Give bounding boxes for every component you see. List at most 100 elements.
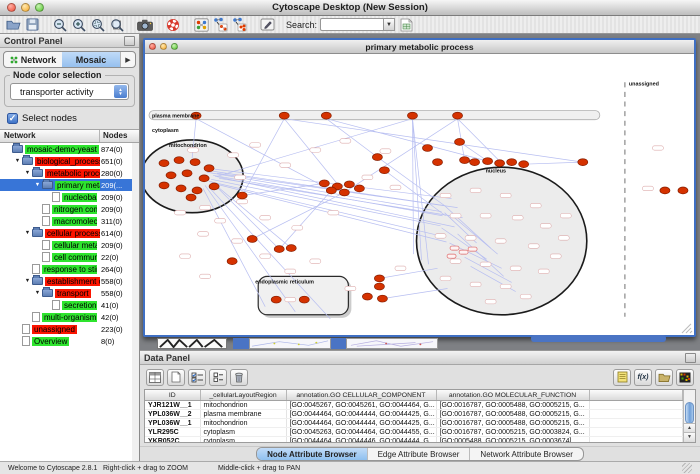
network-node[interactable] xyxy=(286,245,296,252)
tab-network-attribute-browser[interactable]: Network Attribute Browser xyxy=(470,448,582,460)
network-node[interactable] xyxy=(519,161,529,168)
heatmap-matrix-icon[interactable] xyxy=(676,369,694,386)
network-node[interactable] xyxy=(274,246,284,253)
tree-row[interactable]: macromolecule311(0) xyxy=(0,215,132,227)
tree-row[interactable]: ▼biological_process651(0) xyxy=(0,155,132,167)
network-edge[interactable] xyxy=(279,190,331,249)
zoom-window-icon[interactable] xyxy=(35,3,44,12)
scrollbar-thumb[interactable] xyxy=(685,402,694,424)
network-node[interactable] xyxy=(209,183,219,190)
zoom-window-icon[interactable] xyxy=(171,43,178,50)
network-canvas[interactable]: plasma membrane cytoplasm mitochondrion … xyxy=(145,54,694,335)
table-row[interactable]: YLR295Ccytoplasm[GO:0045263, GO:0044464,… xyxy=(145,428,683,437)
network-node[interactable] xyxy=(374,283,384,290)
formula-builder-icon[interactable]: f(x) xyxy=(634,369,652,386)
network-node[interactable] xyxy=(354,185,364,192)
network-node[interactable] xyxy=(174,157,184,164)
column-header[interactable]: _cellularLayoutRegion xyxy=(200,390,286,401)
help-lifesaver-icon[interactable] xyxy=(165,17,181,32)
tab-node-attribute-browser[interactable]: Node Attribute Browser xyxy=(257,448,368,460)
expand-arrow-icon[interactable]: ▼ xyxy=(33,290,42,296)
snapshot-camera-icon[interactable] xyxy=(137,17,153,32)
network-window-titlebar[interactable]: primary metabolic process xyxy=(145,40,694,54)
destroy-network-view-icon[interactable] xyxy=(212,17,228,32)
unselect-attributes-icon[interactable] xyxy=(209,369,227,386)
tab-edge-attribute-browser[interactable]: Edge Attribute Browser xyxy=(368,448,471,460)
tree-row[interactable]: secretion41(0) xyxy=(0,299,132,311)
tree-row[interactable]: nitrogen compo209(0) xyxy=(0,203,132,215)
zoom-selected-region-icon[interactable] xyxy=(90,17,106,32)
network-node[interactable] xyxy=(339,189,349,196)
network-node[interactable] xyxy=(362,293,372,300)
tree-row[interactable]: ▼metabolic process280(0) xyxy=(0,167,132,179)
network-node[interactable] xyxy=(379,167,389,174)
tree-row[interactable]: response to stimulu264(0) xyxy=(0,263,132,275)
network-node[interactable] xyxy=(182,170,192,177)
expand-arrow-icon[interactable]: ▼ xyxy=(33,182,42,188)
column-header[interactable]: ID xyxy=(145,390,200,401)
search-dropdown-icon[interactable]: ▼ xyxy=(383,18,395,31)
network-node-outline[interactable] xyxy=(447,254,456,258)
tree-row[interactable]: cell communicat22(0) xyxy=(0,251,132,263)
save-session-icon[interactable] xyxy=(24,17,40,32)
tab-mosaic[interactable]: Mosaic xyxy=(62,52,120,67)
network-edge[interactable] xyxy=(284,119,583,162)
more-tabs-icon[interactable]: ▶ xyxy=(120,52,135,67)
network-edge[interactable] xyxy=(382,289,447,299)
network-node[interactable] xyxy=(483,158,493,165)
background-window-edge[interactable] xyxy=(331,338,346,349)
annotation-icon[interactable] xyxy=(259,17,275,32)
tree-row[interactable]: ▼establishment of lo558(0) xyxy=(0,275,132,287)
tree-row[interactable]: unassigned223(0) xyxy=(0,323,132,335)
tree-col-nodes[interactable]: Nodes xyxy=(100,130,139,142)
network-node[interactable] xyxy=(423,145,433,152)
window-resize-grip[interactable] xyxy=(682,324,692,333)
column-header[interactable]: annotation.GO CELLULAR_COMPONENT xyxy=(286,390,436,401)
float-panel-icon[interactable] xyxy=(124,36,135,46)
network-node-outline[interactable] xyxy=(450,246,459,250)
new-attribute-icon[interactable] xyxy=(167,369,185,386)
tree-row[interactable]: nucleobase-209(0) xyxy=(0,191,132,203)
network-node[interactable] xyxy=(578,159,588,166)
close-icon[interactable] xyxy=(149,43,156,50)
minimize-icon[interactable] xyxy=(21,3,30,12)
create-network-view-icon[interactable] xyxy=(193,17,209,32)
network-node[interactable] xyxy=(199,175,209,182)
network-node[interactable] xyxy=(159,182,169,189)
import-network-icon[interactable] xyxy=(398,17,414,32)
tree-row[interactable]: Overview8(0) xyxy=(0,335,132,347)
network-node[interactable] xyxy=(299,296,309,303)
network-node[interactable] xyxy=(470,159,480,166)
network-node[interactable] xyxy=(407,112,417,119)
network-node[interactable] xyxy=(507,159,517,166)
network-node[interactable] xyxy=(247,236,257,243)
network-node[interactable] xyxy=(204,165,214,172)
resize-grip[interactable] xyxy=(682,463,692,473)
table-row[interactable]: YPL036W__1mitochondrion[GO:0044464, GO:0… xyxy=(145,419,683,428)
network-node[interactable] xyxy=(159,160,169,167)
table-row[interactable]: YPL036W__2plasma membrane[GO:0044464, GO… xyxy=(145,410,683,419)
table-row[interactable]: YKR052Ccytoplasm[GO:0044464, GO:0044446,… xyxy=(145,437,683,444)
network-node[interactable] xyxy=(321,112,331,119)
network-node[interactable] xyxy=(344,181,354,188)
zoom-fit-icon[interactable] xyxy=(109,17,125,32)
tree-row[interactable]: mosaic-demo-yeast874(0) xyxy=(0,143,132,155)
select-attributes-icon[interactable] xyxy=(188,369,206,386)
expand-arrow-icon[interactable]: ▼ xyxy=(13,158,22,164)
network-node[interactable] xyxy=(678,187,688,194)
float-panel-icon[interactable] xyxy=(685,353,696,363)
expand-arrow-icon[interactable]: ▼ xyxy=(23,230,32,236)
tab-network[interactable]: Network xyxy=(4,52,62,67)
zoom-in-icon[interactable] xyxy=(71,17,87,32)
network-node[interactable] xyxy=(227,258,237,265)
background-window-view[interactable] xyxy=(346,338,438,349)
network-node[interactable] xyxy=(192,187,202,194)
network-node[interactable] xyxy=(372,154,382,161)
network-node[interactable] xyxy=(279,112,289,119)
expand-arrow-icon[interactable]: ▼ xyxy=(23,278,32,284)
attribute-table-icon[interactable] xyxy=(146,369,164,386)
table-row[interactable]: YJR121W__1mitochondrion[GO:0045267, GO:0… xyxy=(145,401,683,410)
tree-row[interactable]: ▼transport558(0) xyxy=(0,287,132,299)
expand-arrow-icon[interactable]: ▼ xyxy=(23,170,32,176)
network-node-outline[interactable] xyxy=(459,250,468,254)
